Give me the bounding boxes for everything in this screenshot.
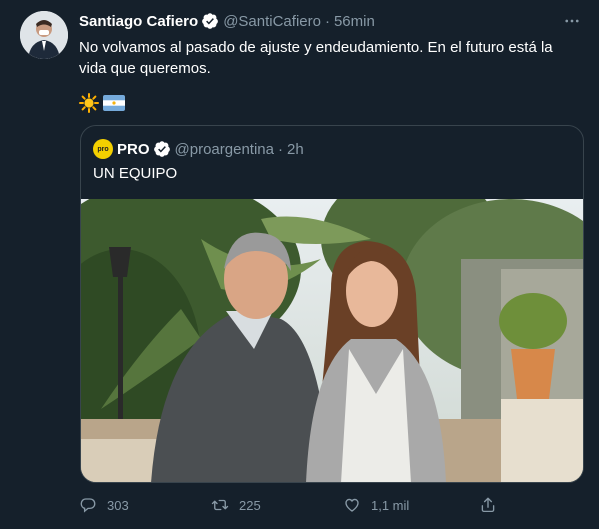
separator-dot: ·: [324, 12, 330, 30]
sun-emoji: [79, 93, 99, 113]
quoted-avatar[interactable]: pro: [93, 139, 113, 159]
author-name[interactable]: Santiago Cafiero: [79, 13, 198, 30]
quoted-timestamp[interactable]: 2h: [287, 141, 304, 158]
tweet-header: Santiago Cafiero @SantiCafiero · 56min: [79, 11, 375, 31]
quoted-author-name[interactable]: PRO: [117, 141, 150, 158]
retweet-icon: [211, 499, 229, 511]
share-button[interactable]: [479, 494, 497, 516]
verified-badge-icon: [153, 140, 171, 158]
tweet-actions: 303 225 1,1 mil: [79, 494, 519, 516]
author-handle[interactable]: @SantiCafiero: [223, 13, 321, 30]
argentina-flag-emoji: [103, 95, 125, 111]
more-options-button[interactable]: [559, 9, 585, 33]
like-button[interactable]: 1,1 mil: [343, 494, 409, 516]
reply-button[interactable]: 303: [79, 494, 129, 516]
more-horizontal-icon: [565, 19, 579, 23]
retweet-count: 225: [239, 497, 261, 513]
quoted-author-handle[interactable]: @proargentina: [175, 141, 274, 158]
quoted-header: pro PRO @proargentina · 2h: [93, 139, 304, 159]
like-count: 1,1 mil: [371, 497, 410, 513]
author-avatar[interactable]: [20, 11, 68, 59]
verified-badge-icon: [201, 12, 219, 30]
retweet-button[interactable]: 225: [211, 494, 261, 516]
tweet-timestamp[interactable]: 56min: [334, 13, 375, 30]
reply-icon: [80, 498, 96, 513]
tweet-emojis: [79, 93, 125, 113]
share-icon: [481, 497, 495, 513]
tweet-text: No volvamos al pasado de ajuste y endeud…: [79, 39, 553, 77]
quoted-photo[interactable]: [81, 199, 583, 483]
quoted-text: UN EQUIPO: [93, 165, 178, 182]
heart-icon: [345, 498, 359, 512]
quoted-tweet[interactable]: pro PRO @proargentina · 2h UN EQUIPO: [80, 125, 584, 483]
tweet-card[interactable]: Santiago Cafiero @SantiCafiero · 56min N…: [0, 0, 599, 529]
reply-count: 303: [107, 497, 129, 513]
separator-dot: ·: [277, 140, 283, 158]
